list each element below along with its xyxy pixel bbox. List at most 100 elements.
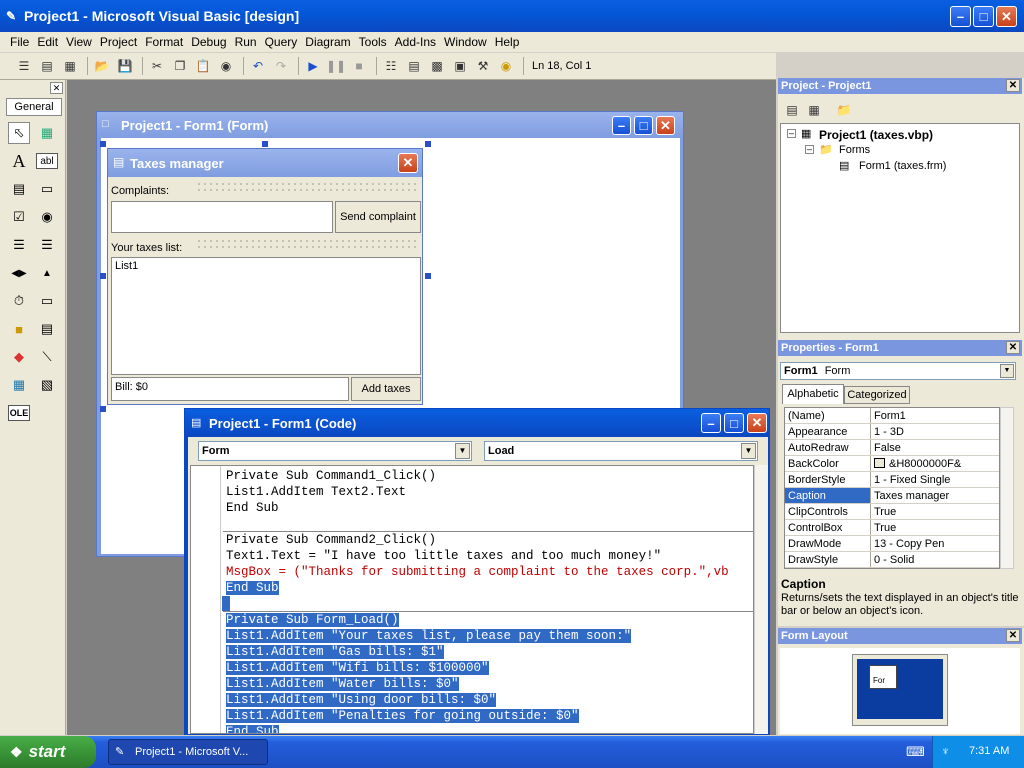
- menu-tools[interactable]: Tools: [355, 35, 391, 49]
- close-icon[interactable]: ✕: [1006, 629, 1020, 642]
- filelistbox-icon[interactable]: ▤: [36, 318, 58, 340]
- menu-window[interactable]: Window: [440, 35, 491, 49]
- property-row[interactable]: BorderStyle 1 - Fixed Single: [785, 472, 999, 488]
- property-value[interactable]: 1 - Fixed Single: [871, 472, 999, 487]
- property-value[interactable]: True: [871, 504, 999, 519]
- project-explorer-icon[interactable]: ☷: [381, 56, 401, 76]
- resize-handle[interactable]: [262, 141, 268, 147]
- resize-handle[interactable]: [100, 406, 106, 412]
- menu-diagram[interactable]: Diagram: [301, 35, 354, 49]
- add-project-icon[interactable]: ☰: [14, 56, 34, 76]
- image-icon[interactable]: ▦: [8, 374, 30, 396]
- toggle-folders-icon[interactable]: 📁: [834, 100, 854, 120]
- taxes-listbox[interactable]: List1: [111, 257, 421, 375]
- menu-project[interactable]: Project: [96, 35, 141, 49]
- property-row[interactable]: BackColor &H8000000F&: [785, 456, 999, 472]
- drivelistbox-icon[interactable]: ▭: [36, 290, 58, 312]
- break-icon[interactable]: ❚❚: [326, 56, 346, 76]
- form-designer-title-bar[interactable]: □ Project1 - Form1 (Form) – □ ✕: [97, 112, 683, 138]
- combobox-icon[interactable]: ☰: [8, 234, 30, 256]
- property-value[interactable]: Form1: [871, 408, 999, 423]
- tree-collapse-icon[interactable]: –: [805, 145, 814, 154]
- code-scrollbar[interactable]: [754, 465, 768, 734]
- view-code-icon[interactable]: ▤: [782, 100, 802, 120]
- timer-icon[interactable]: ⏱: [8, 290, 30, 312]
- tab-alphabetic[interactable]: Alphabetic: [782, 384, 844, 404]
- property-row[interactable]: DrawMode 13 - Copy Pen: [785, 536, 999, 552]
- ole-icon[interactable]: OLE: [8, 405, 30, 421]
- property-row[interactable]: (Name) Form1: [785, 408, 999, 424]
- maximize-button[interactable]: □: [973, 6, 994, 27]
- property-grid-scrollbar[interactable]: [1000, 407, 1014, 569]
- property-row[interactable]: Caption Taxes manager: [785, 488, 999, 504]
- data-icon[interactable]: ▧: [36, 374, 58, 396]
- resize-handle[interactable]: [100, 141, 106, 147]
- tree-form1-file[interactable]: Form1 (taxes.frm): [859, 160, 946, 172]
- tab-categorized[interactable]: Categorized: [844, 386, 910, 404]
- properties-window-icon[interactable]: ▤: [404, 56, 424, 76]
- data-view-icon[interactable]: ◉: [496, 56, 516, 76]
- add-form-icon[interactable]: ▤: [37, 56, 57, 76]
- optionbutton-icon[interactable]: ◉: [36, 206, 58, 228]
- form-designer-close[interactable]: ✕: [656, 116, 675, 135]
- form-layout-icon[interactable]: ▩: [427, 56, 447, 76]
- keyboard-icon[interactable]: ⌨: [906, 744, 925, 760]
- object-browser-icon[interactable]: ▣: [450, 56, 470, 76]
- save-icon[interactable]: 💾: [115, 56, 135, 76]
- frame-icon[interactable]: ▤: [8, 178, 30, 200]
- menu-add-ins[interactable]: Add-Ins: [391, 35, 440, 49]
- form-designer-minimize[interactable]: –: [612, 116, 631, 135]
- procedure-combo[interactable]: Load ▼: [484, 441, 758, 461]
- shape-icon[interactable]: ◆: [8, 346, 30, 368]
- textbox-icon[interactable]: abl: [36, 153, 58, 169]
- run-icon[interactable]: ▶: [303, 56, 323, 76]
- form-close-button[interactable]: ✕: [398, 153, 418, 173]
- code-window-minimize[interactable]: –: [701, 413, 721, 433]
- chevron-down-icon[interactable]: ▼: [741, 443, 756, 459]
- object-selector[interactable]: Form1 Form ▼: [780, 362, 1016, 380]
- property-value[interactable]: Taxes manager: [871, 488, 999, 503]
- property-value[interactable]: &H8000000F&: [871, 456, 999, 471]
- toolbox-close-icon[interactable]: ✕: [50, 82, 63, 94]
- property-row[interactable]: AutoRedraw False: [785, 440, 999, 456]
- menu-debug[interactable]: Debug: [187, 35, 230, 49]
- resize-handle[interactable]: [100, 273, 106, 279]
- object-combo[interactable]: Form ▼: [198, 441, 472, 461]
- property-row[interactable]: Appearance 1 - 3D: [785, 424, 999, 440]
- line-icon[interactable]: ⟍: [36, 346, 58, 368]
- property-value[interactable]: True: [871, 520, 999, 535]
- picturebox-icon[interactable]: ▦: [36, 122, 58, 144]
- tree-forms-folder[interactable]: Forms: [839, 144, 870, 156]
- checkbox-icon[interactable]: ☑: [8, 206, 30, 228]
- toolbox-icon[interactable]: ⚒: [473, 56, 493, 76]
- commandbutton-icon[interactable]: ▭: [36, 178, 58, 200]
- code-window-title-bar[interactable]: ▤ Project1 - Form1 (Code) – □ ✕: [185, 409, 769, 437]
- view-object-icon[interactable]: ▦: [804, 100, 824, 120]
- minimize-button[interactable]: –: [950, 6, 971, 27]
- tree-collapse-icon[interactable]: –: [787, 129, 796, 138]
- property-row[interactable]: ControlBox True: [785, 520, 999, 536]
- taskbar-task-vb[interactable]: ✎ Project1 - Microsoft V...: [108, 739, 268, 765]
- designed-form[interactable]: ▤ Taxes manager ✕ Complaints: Send compl…: [107, 148, 423, 405]
- property-value[interactable]: False: [871, 440, 999, 455]
- dirlistbox-icon[interactable]: ■: [8, 318, 30, 340]
- menu-view[interactable]: View: [62, 35, 96, 49]
- menu-help[interactable]: Help: [491, 35, 524, 49]
- stop-icon[interactable]: ■: [349, 56, 369, 76]
- code-window-close[interactable]: ✕: [747, 413, 767, 433]
- clock[interactable]: 7:31 AM: [969, 745, 1009, 757]
- designed-form-title-bar[interactable]: ▤ Taxes manager ✕: [108, 149, 422, 177]
- code-window-maximize[interactable]: □: [724, 413, 744, 433]
- property-row[interactable]: DrawStyle 0 - Solid: [785, 552, 999, 568]
- label-icon[interactable]: A: [8, 150, 30, 172]
- pointer-icon[interactable]: ⬁: [8, 122, 30, 144]
- code-editor[interactable]: Private Sub Command1_Click() List1.AddIte…: [190, 465, 754, 734]
- start-button[interactable]: ❖ start: [0, 736, 96, 768]
- network-icon[interactable]: ♆: [941, 744, 950, 758]
- close-button[interactable]: ✕: [996, 6, 1017, 27]
- chevron-down-icon[interactable]: ▼: [1000, 364, 1014, 378]
- undo-icon[interactable]: ↶: [248, 56, 268, 76]
- mini-form[interactable]: For: [869, 665, 897, 689]
- complaint-textbox[interactable]: [111, 201, 333, 233]
- add-taxes-button[interactable]: Add taxes: [351, 377, 421, 401]
